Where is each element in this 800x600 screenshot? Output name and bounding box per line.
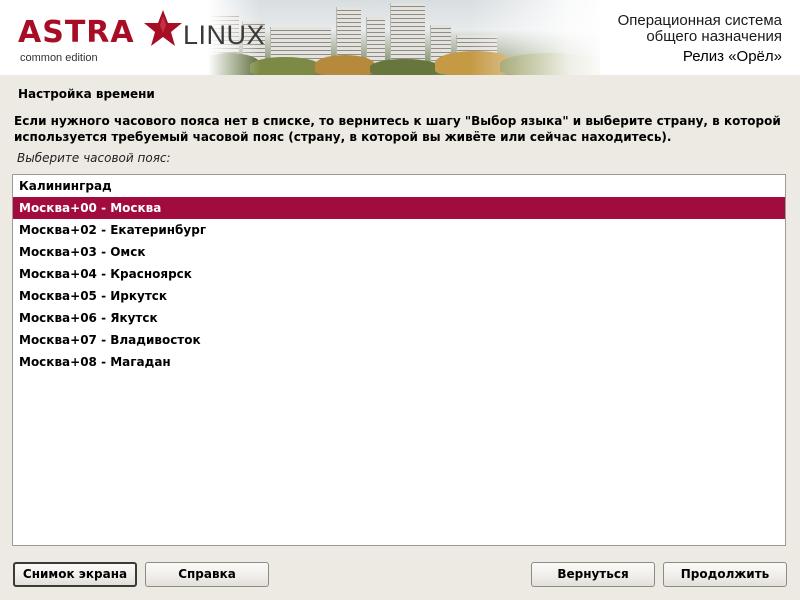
list-item[interactable]: Москва+08 - Магадан [13,351,785,373]
list-item[interactable]: Москва+07 - Владивосток [13,329,785,351]
list-item[interactable]: Москва+03 - Омск [13,241,785,263]
release-label: Релиз «Орёл» [682,48,782,65]
list-item[interactable]: Москва+02 - Екатеринбург [13,219,785,241]
timezone-list[interactable]: Калининград Москва+00 - Москва Москва+02… [12,174,786,546]
screenshot-button[interactable]: Снимок экрана [13,562,137,587]
list-item[interactable]: Калининград [13,175,785,197]
back-button[interactable]: Вернуться [531,562,655,587]
installer-window: ASTRA LINUX common edition Операционная … [0,0,800,600]
logo-linux-text: LINUX [183,20,266,50]
list-item[interactable]: Москва+04 - Красноярск [13,263,785,285]
timezone-prompt: Выберите часовой пояс: [17,151,171,165]
page-title: Настройка времени [18,87,155,101]
star-icon [144,10,182,46]
astra-linux-logo: ASTRA LINUX common edition [0,0,265,75]
help-button[interactable]: Справка [145,562,269,587]
list-item[interactable]: Москва+05 - Иркутск [13,285,785,307]
list-item[interactable]: Москва+06 - Якутск [13,307,785,329]
header-banner: ASTRA LINUX common edition Операционная … [0,0,800,75]
os-title-line2: общего назначения [646,28,782,45]
os-title-line1: Операционная система [617,12,782,29]
continue-button[interactable]: Продолжить [663,562,787,587]
help-description: Если нужного часового пояса нет в списке… [14,114,781,144]
os-title: Операционная система общего назначения [618,13,782,45]
logo-astra-text: ASTRA [18,15,135,50]
list-item[interactable]: Москва+00 - Москва [13,197,785,219]
logo-edition-text: common edition [20,52,98,64]
